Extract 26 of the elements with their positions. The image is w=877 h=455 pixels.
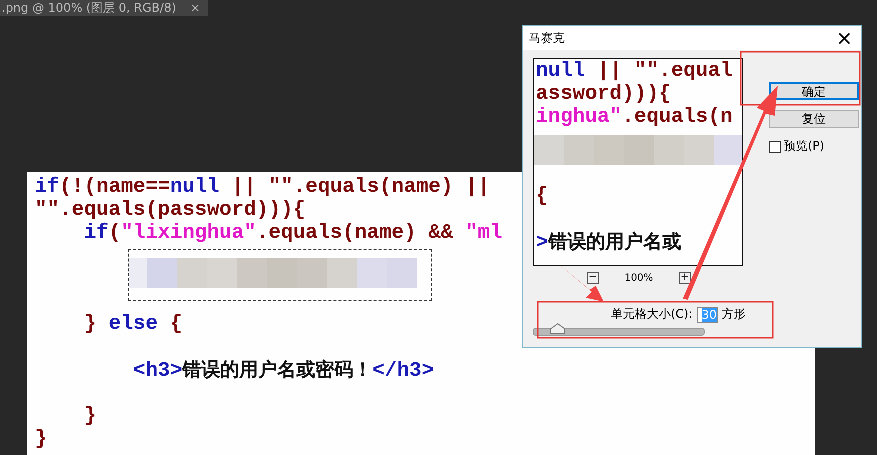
code-line: >错误的用户名或 <box>535 231 682 254</box>
unit-label: 方形 <box>722 306 746 323</box>
checkbox[interactable] <box>769 140 781 152</box>
dialog-button[interactable]: 确定 <box>769 82 859 100</box>
zoom-out-button[interactable]: − <box>587 272 599 284</box>
code-line: { <box>535 185 550 208</box>
code-line: inghua".equals(n <box>535 106 734 129</box>
close-button[interactable]: × <box>836 28 853 48</box>
code-line: assword))){ <box>535 83 672 106</box>
code-line: null || "".equal <box>535 60 734 83</box>
code-line: if("lixinghua".equals(name) && "ml <box>83 222 502 245</box>
dialog-title: 马赛克 <box>529 30 565 46</box>
dialog-button[interactable]: 复位 <box>769 110 859 128</box>
code-line: <h3>错误的用户名或密码！</h3> <box>132 359 434 382</box>
document-tab[interactable]: .png @ 100% (图层 0, RGB/8) × <box>0 0 208 16</box>
code-line: "".equals(password))){ <box>35 199 306 222</box>
code-line: } else { <box>83 313 183 336</box>
zoom-level: 100% <box>624 272 654 284</box>
slider-thumb[interactable] <box>550 323 566 335</box>
code-line: } <box>35 428 48 451</box>
code-line: } <box>83 405 97 428</box>
close-tab-button[interactable]: × <box>190 1 200 15</box>
checkbox-label: 预览(P) <box>784 138 825 155</box>
document-tab-title: .png @ 100% (图层 0, RGB/8) <box>2 1 176 15</box>
code-line: if(!(name==null || "".equals(name) || <box>35 176 490 199</box>
cell-size-label: 单元格大小(C): <box>611 306 693 323</box>
